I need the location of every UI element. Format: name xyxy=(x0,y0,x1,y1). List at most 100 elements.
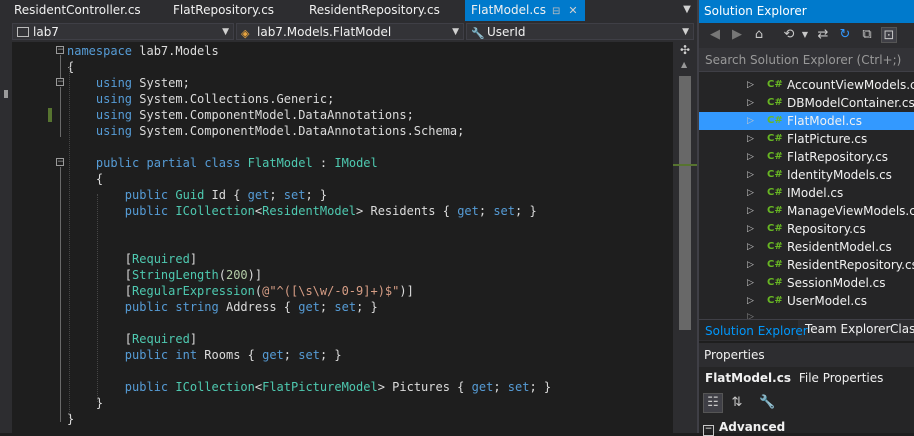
wrench-icon[interactable]: 🔧 xyxy=(759,395,775,411)
file-item[interactable]: ▷ C# DBModelContainer.cs xyxy=(699,94,914,112)
code-line: [RegularExpression(@"^([\s\w/-0-9]+)$")] xyxy=(67,283,414,299)
scroll-up-icon[interactable]: ▲ xyxy=(681,60,687,69)
csharp-file-icon: C# xyxy=(767,79,783,90)
code-editor[interactable]: namespace lab7.Models { using System; usi… xyxy=(12,42,673,433)
tab-resident-repository[interactable]: ResidentRepository.cs xyxy=(270,0,465,21)
code-token: RegularExpression xyxy=(132,284,255,298)
file-item[interactable]: ▷ C# ResidentModel.cs xyxy=(699,238,914,256)
code-token: System.ComponentModel.DataAnnotations; xyxy=(132,108,414,122)
indent-guide xyxy=(69,66,70,418)
file-item[interactable]: ▷ C# AccountViewModels.cs xyxy=(699,76,914,94)
code-token: set xyxy=(493,204,516,218)
file-item[interactable]: ▷ C# Repository.cs xyxy=(699,220,914,238)
project-combo-value: lab7 xyxy=(33,25,59,39)
sync-icon[interactable]: ⇄ xyxy=(815,27,831,43)
home-icon[interactable]: ⌂ xyxy=(751,27,767,43)
file-item[interactable]: ▷ C# ResidentRepository.cs xyxy=(699,256,914,274)
type-combo[interactable]: ◈ lab7.Models.FlatModel ▼ xyxy=(236,23,464,40)
tab-flat-model[interactable]: FlatModel.cs ⊟ ✕ xyxy=(465,0,585,21)
code-token: Guid xyxy=(175,188,205,202)
back-icon[interactable]: ◀ xyxy=(707,27,723,43)
code-token: ( xyxy=(218,268,226,282)
code-token: public xyxy=(124,204,169,218)
close-icon[interactable]: ✕ xyxy=(568,0,577,21)
code-line: using System.Collections.Generic; xyxy=(67,91,334,107)
properties-title: Properties xyxy=(699,343,914,367)
solution-search-input[interactable]: Search Solution Explorer (Ctrl+;) xyxy=(699,48,914,72)
pin-icon[interactable]: ⊟ xyxy=(552,1,560,22)
collapse-all-icon[interactable]: ⧉ xyxy=(859,27,875,43)
file-label: FlatPicture.cs xyxy=(787,132,868,146)
tab-team-explorer[interactable]: Team Explorer xyxy=(801,320,891,340)
tab-solution-explorer[interactable]: Solution Explorer xyxy=(699,320,808,340)
csharp-file-icon: C# xyxy=(767,169,783,180)
expand-icon[interactable]: ▷ xyxy=(747,220,754,238)
expand-icon[interactable]: ▷ xyxy=(747,130,754,148)
file-item[interactable]: ▷ C# SessionModel.cs xyxy=(699,274,914,292)
code-token: int xyxy=(175,348,198,362)
show-all-files-icon[interactable]: ⊡ xyxy=(881,27,897,43)
split-icon[interactable]: ✣ xyxy=(679,44,691,56)
expand-icon[interactable]: ▷ xyxy=(747,202,754,220)
collapse-icon[interactable]: − xyxy=(56,78,65,87)
code-token: ; xyxy=(283,348,299,362)
code-token: ; } xyxy=(319,348,342,362)
tab-resident-controller[interactable]: ResidentController.cs xyxy=(0,0,150,21)
collapse-icon[interactable]: − xyxy=(56,46,65,55)
expand-icon[interactable]: ▷ xyxy=(747,76,754,94)
expand-icon[interactable]: ▷ xyxy=(747,238,754,256)
expand-icon[interactable]: ▷ xyxy=(747,184,754,202)
csharp-file-icon: C# xyxy=(767,187,783,198)
expand-icon[interactable]: ▷ xyxy=(747,274,754,292)
class-icon: ◈ xyxy=(241,27,250,40)
scrollbar-thumb[interactable] xyxy=(679,76,691,330)
file-item[interactable]: ▷ C# IdentityModels.cs xyxy=(699,166,914,184)
fold-line xyxy=(60,55,61,78)
code-token: string xyxy=(175,300,219,314)
collapse-icon[interactable]: − xyxy=(703,425,714,436)
refresh-icon[interactable]: ↻ xyxy=(837,27,853,43)
file-item[interactable]: ▷ C# ManageViewModels.cs xyxy=(699,202,914,220)
file-item[interactable]: ▷ C# IModel.cs xyxy=(699,184,914,202)
expand-icon[interactable]: ▷ xyxy=(747,292,754,310)
code-token: ; xyxy=(478,204,494,218)
expand-icon[interactable]: ▷ xyxy=(747,256,754,274)
alphabetical-icon[interactable]: ⇅ xyxy=(729,395,745,411)
left-tool-strip xyxy=(0,42,12,433)
strip-marker xyxy=(4,90,8,98)
expand-icon[interactable]: ▷ xyxy=(747,166,754,184)
expand-icon[interactable]: ▷ xyxy=(747,112,754,130)
history-icon[interactable]: ⟲ xyxy=(781,27,797,43)
change-marker xyxy=(673,164,697,166)
chevron-down-icon[interactable]: ▼ xyxy=(797,27,813,43)
csharp-file-icon: C# xyxy=(767,205,783,216)
code-token: ResidentModel xyxy=(262,204,357,218)
tab-class-view[interactable]: Class xyxy=(887,320,914,340)
collapse-icon[interactable]: − xyxy=(56,158,65,167)
code-token: lab7.Models xyxy=(132,44,219,58)
categorized-icon[interactable]: ☷ xyxy=(703,393,723,413)
file-item[interactable]: ▷ C# FlatPicture.cs xyxy=(699,130,914,148)
member-combo[interactable]: 🔧 UserId ▼ xyxy=(466,23,694,40)
properties-toolbar: ☷ ⇅ 🔧 xyxy=(699,391,914,417)
tab-overflow-icon[interactable]: ▼ xyxy=(681,3,693,17)
project-combo[interactable]: lab7 ▼ xyxy=(12,23,234,40)
project-icon xyxy=(17,27,29,37)
solution-explorer-toolbar: ◀ ▶ ⌂ ⟲ ▼ ⇄ ↻ ⧉ ⊡ xyxy=(699,23,914,48)
code-token: IModel xyxy=(334,156,378,170)
tab-flat-repository[interactable]: FlatRepository.cs xyxy=(150,0,274,21)
code-token: public xyxy=(124,380,169,394)
file-item[interactable]: ▷ C# FlatRepository.cs xyxy=(699,148,914,166)
forward-icon[interactable]: ▶ xyxy=(729,27,745,43)
code-line: public Guid Id { get; set; } xyxy=(67,187,327,203)
code-line: using System.ComponentModel.DataAnnotati… xyxy=(67,123,464,139)
file-item[interactable]: ▷ C# FlatModel.cs xyxy=(699,112,914,130)
editor-scrollbar[interactable]: ✣ ▲ xyxy=(673,42,697,433)
expand-icon[interactable]: ▷ xyxy=(747,148,754,166)
properties-object-selector[interactable]: FlatModel.cs File Properties xyxy=(699,369,914,387)
file-item[interactable]: ▷ C# UserModel.cs xyxy=(699,292,914,310)
expand-icon[interactable]: ▷ xyxy=(747,94,754,112)
